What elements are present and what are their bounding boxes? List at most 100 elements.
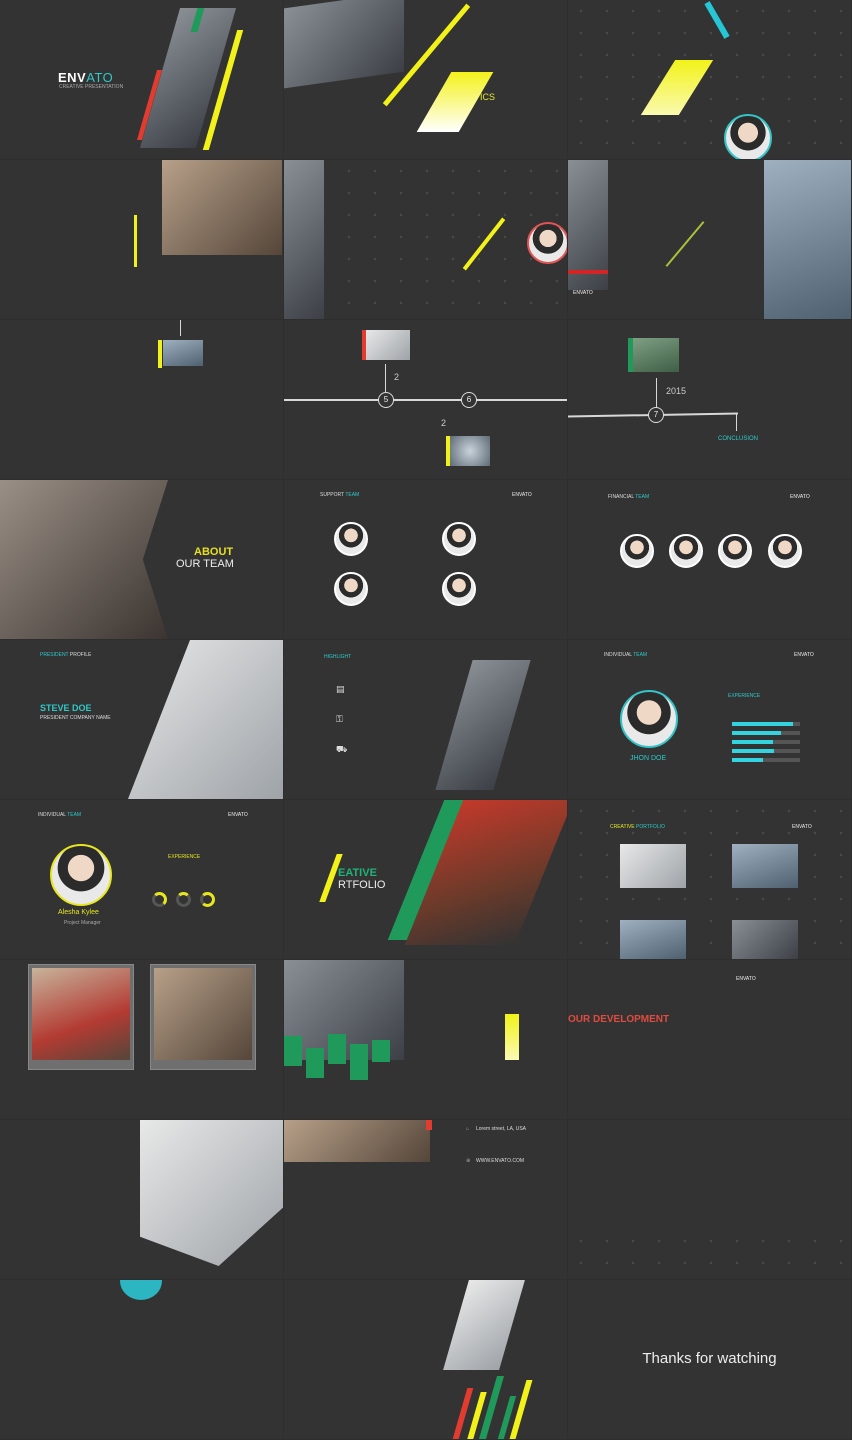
glass-building-photo <box>764 160 851 319</box>
portfolio-item-photo[interactable] <box>620 844 686 888</box>
timeline-node-5[interactable]: 5 <box>378 392 394 408</box>
document-icon: ▤ <box>336 684 345 694</box>
skill-bar-2-fill <box>732 731 781 735</box>
slide-27-thumbnail[interactable]: Thanks for watching <box>568 1280 851 1439</box>
slide-16-thumbnail[interactable]: INDIVIDUAL TEAM ENVATO Alesha Kylee Proj… <box>0 800 283 959</box>
member-name: Alesha Kylee <box>58 909 99 916</box>
president-role: PRESIDENT COMPANY NAME <box>40 715 111 721</box>
slide-15-thumbnail[interactable]: INDIVIDUAL TEAM ENVATO JHON DOE EXPERIEN… <box>568 640 851 799</box>
red-bar <box>568 270 608 274</box>
man-glasses-photo <box>435 660 531 790</box>
slide-19-thumbnail[interactable] <box>0 960 283 1119</box>
president-photo <box>128 640 283 799</box>
website-link[interactable]: WWW.ENVATO.COM <box>476 1158 524 1164</box>
portfolio-item-photo[interactable] <box>620 920 686 959</box>
dot-pattern <box>568 1230 851 1279</box>
envato-logo: ENVATO <box>512 492 532 498</box>
experience-heading: EXPERIENCE <box>168 854 201 860</box>
skill-bar-5-fill <box>732 758 763 762</box>
team-member-avatar <box>669 534 703 568</box>
green-bar <box>284 1036 302 1066</box>
thanks-message: Thanks for watching <box>642 1350 777 1367</box>
globe-photo <box>450 436 490 466</box>
team-member-avatar <box>442 572 476 606</box>
member-role: Project Manager <box>64 920 101 926</box>
individual-team-title: INDIVIDUAL TEAM <box>38 812 81 818</box>
timeline-connector <box>180 320 181 336</box>
team-subtitle: OUR TEAM <box>176 558 234 570</box>
portfolio-title-part-a: EATIVE <box>338 867 377 879</box>
title-part-a: INDIVIDUAL <box>38 812 66 818</box>
red-accent <box>426 1120 432 1130</box>
skill-bar-4-fill <box>732 749 775 753</box>
individual-team-title: INDIVIDUAL TEAM <box>604 652 647 658</box>
slide-13-thumbnail[interactable]: PRESIDENT PROFILE STEVE DOE PRESIDENT CO… <box>0 640 283 799</box>
financial-team-title: FINANCIAL TEAM <box>608 494 649 500</box>
slide-26-thumbnail[interactable] <box>284 1280 567 1439</box>
slide-6-thumbnail[interactable]: ENVATO <box>568 160 851 319</box>
slide-18-thumbnail[interactable]: CREATIVE PORTFOLIO ENVATO <box>568 800 851 959</box>
timeline-year: 2015 <box>666 386 687 396</box>
title-part-b: TEAM <box>635 494 650 500</box>
slide-10-thumbnail[interactable]: ABOUT OUR TEAM <box>0 480 283 639</box>
slide-9-thumbnail[interactable]: 2015 7 CONCLUSION <box>568 320 851 479</box>
woman-avatar <box>724 114 772 159</box>
laptop-photo <box>284 0 404 89</box>
timeline-node-7[interactable]: 7 <box>648 407 664 423</box>
timeline-label: 2 <box>441 418 447 428</box>
slide-23-thumbnail[interactable]: ⌂ Lorem street, LA, USA ⊕ WWW.ENVATO.COM <box>284 1120 567 1279</box>
slide-7-thumbnail[interactable] <box>0 320 283 479</box>
slide-11-thumbnail[interactable]: SUPPORT TEAM ENVATO <box>284 480 567 639</box>
timeline-node-6[interactable]: 6 <box>461 392 477 408</box>
slide-22-thumbnail[interactable] <box>0 1120 283 1279</box>
slide-17-thumbnail[interactable]: EATIVE RTFOLIO <box>284 800 567 959</box>
location-pin-icon: ⌂ <box>466 1126 470 1132</box>
slide-21-thumbnail[interactable]: ENVATO OUR DEVELOPMENT <box>568 960 851 1119</box>
brand-title: ENVATO <box>58 70 113 85</box>
conclusion-label: CONCLUSION <box>718 436 759 442</box>
about-title: ABOUT <box>194 546 234 558</box>
team-member-avatar <box>768 534 802 568</box>
portfolio-card[interactable] <box>150 964 256 1070</box>
slide-25-thumbnail[interactable] <box>0 1280 283 1439</box>
member-name: JHON DOE <box>630 755 667 762</box>
skill-bar-3-fill <box>732 740 773 744</box>
side-photo <box>284 160 324 319</box>
title-part-b: TEAM <box>633 652 648 658</box>
dot-pattern <box>284 160 567 319</box>
cart-icon: ⛟ <box>336 744 348 754</box>
key-icon: ⚿ <box>336 714 343 724</box>
title-part-b: PORTFOLIO <box>636 824 665 830</box>
envato-logo: ENVATO <box>736 976 756 982</box>
title-part-a: FINANCIAL <box>608 494 634 500</box>
slide-3-thumbnail[interactable] <box>568 0 851 159</box>
slide-8-thumbnail[interactable]: 5 6 2 2 <box>284 320 567 479</box>
skill-donut-2 <box>176 892 191 907</box>
slide-2-thumbnail[interactable]: ICS <box>284 0 567 159</box>
portfolio-card[interactable] <box>28 964 134 1070</box>
skill-donut-3 <box>200 892 215 907</box>
workspace-photo <box>154 968 252 1060</box>
slide-4-thumbnail[interactable] <box>0 160 283 319</box>
coffee-desk-photo <box>162 160 282 255</box>
jhon-doe-avatar <box>620 690 678 748</box>
team-member-avatar <box>334 522 368 556</box>
slide-14-thumbnail[interactable]: HIGHLIGHT ▤ ⚿ ⛟ <box>284 640 567 799</box>
development-title: OUR DEVELOPMENT <box>568 1014 670 1025</box>
slide-24-thumbnail[interactable] <box>568 1120 851 1279</box>
portfolio-item-photo[interactable] <box>732 844 798 888</box>
slide-5-thumbnail[interactable] <box>284 160 567 319</box>
slide-1-thumbnail[interactable]: ENVATO CREATIVE PRESENTATION <box>0 0 283 159</box>
skill-bar-3 <box>732 740 800 744</box>
timeline-label: 2 <box>394 372 400 382</box>
red-car-photo <box>32 968 130 1060</box>
slide-thumbnail-grid: ENVATO CREATIVE PRESENTATION ICS ENVATO <box>0 0 852 1440</box>
timeline-axis <box>284 399 567 401</box>
title-part-a: INDIVIDUAL <box>604 652 632 658</box>
slide-12-thumbnail[interactable]: FINANCIAL TEAM ENVATO <box>568 480 851 639</box>
slide-label: ICS <box>480 92 496 102</box>
timeline-connector <box>656 378 657 408</box>
portfolio-item-photo[interactable] <box>732 920 798 959</box>
slide-20-thumbnail[interactable] <box>284 960 567 1119</box>
yellow-stripe <box>509 1380 533 1439</box>
